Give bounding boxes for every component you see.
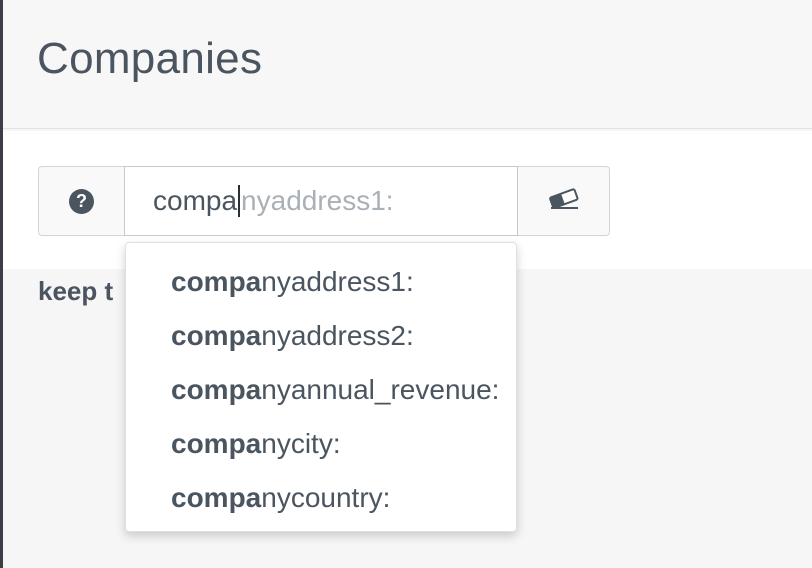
page-header: Companies: [3, 0, 812, 129]
help-button[interactable]: ?: [38, 166, 124, 236]
search-typed-text: compa: [153, 185, 238, 216]
clear-search-button[interactable]: [518, 166, 610, 236]
autocomplete-item[interactable]: companycity:: [126, 425, 516, 479]
page-title: Companies: [37, 34, 263, 83]
autocomplete-item-rest: nycity:: [261, 428, 341, 459]
autocomplete-item-match: compa: [171, 482, 262, 513]
autocomplete-item[interactable]: companyannual_revenue:: [126, 371, 516, 425]
autocomplete-item[interactable]: companyaddress2:: [126, 317, 516, 371]
autocomplete-item-match: compa: [171, 428, 262, 459]
autocomplete-dropdown: companyaddress1: companyaddress2: compan…: [125, 242, 517, 532]
keep-text-label: keep t: [38, 276, 114, 306]
eraser-icon: [548, 187, 580, 215]
question-circle-icon: ?: [69, 188, 94, 214]
autocomplete-item-match: compa: [171, 374, 262, 405]
autocomplete-item[interactable]: companycountry:: [126, 479, 516, 533]
text-caret: [238, 185, 241, 217]
search-input[interactable]: compa nyaddress1:: [124, 166, 518, 236]
search-completion-hint: nyaddress1:: [241, 185, 394, 216]
autocomplete-item-rest: nyaddress2:: [261, 320, 414, 351]
autocomplete-item-rest: nyaddress1:: [261, 266, 414, 297]
autocomplete-item-match: compa: [171, 320, 262, 351]
autocomplete-item-match: compa: [171, 266, 262, 297]
autocomplete-item-rest: nycountry:: [261, 482, 391, 513]
autocomplete-item-rest: nyannual_revenue:: [261, 374, 500, 405]
search-bar: ? compa nyaddress1:: [38, 166, 610, 236]
autocomplete-item[interactable]: companyaddress1:: [126, 263, 516, 317]
